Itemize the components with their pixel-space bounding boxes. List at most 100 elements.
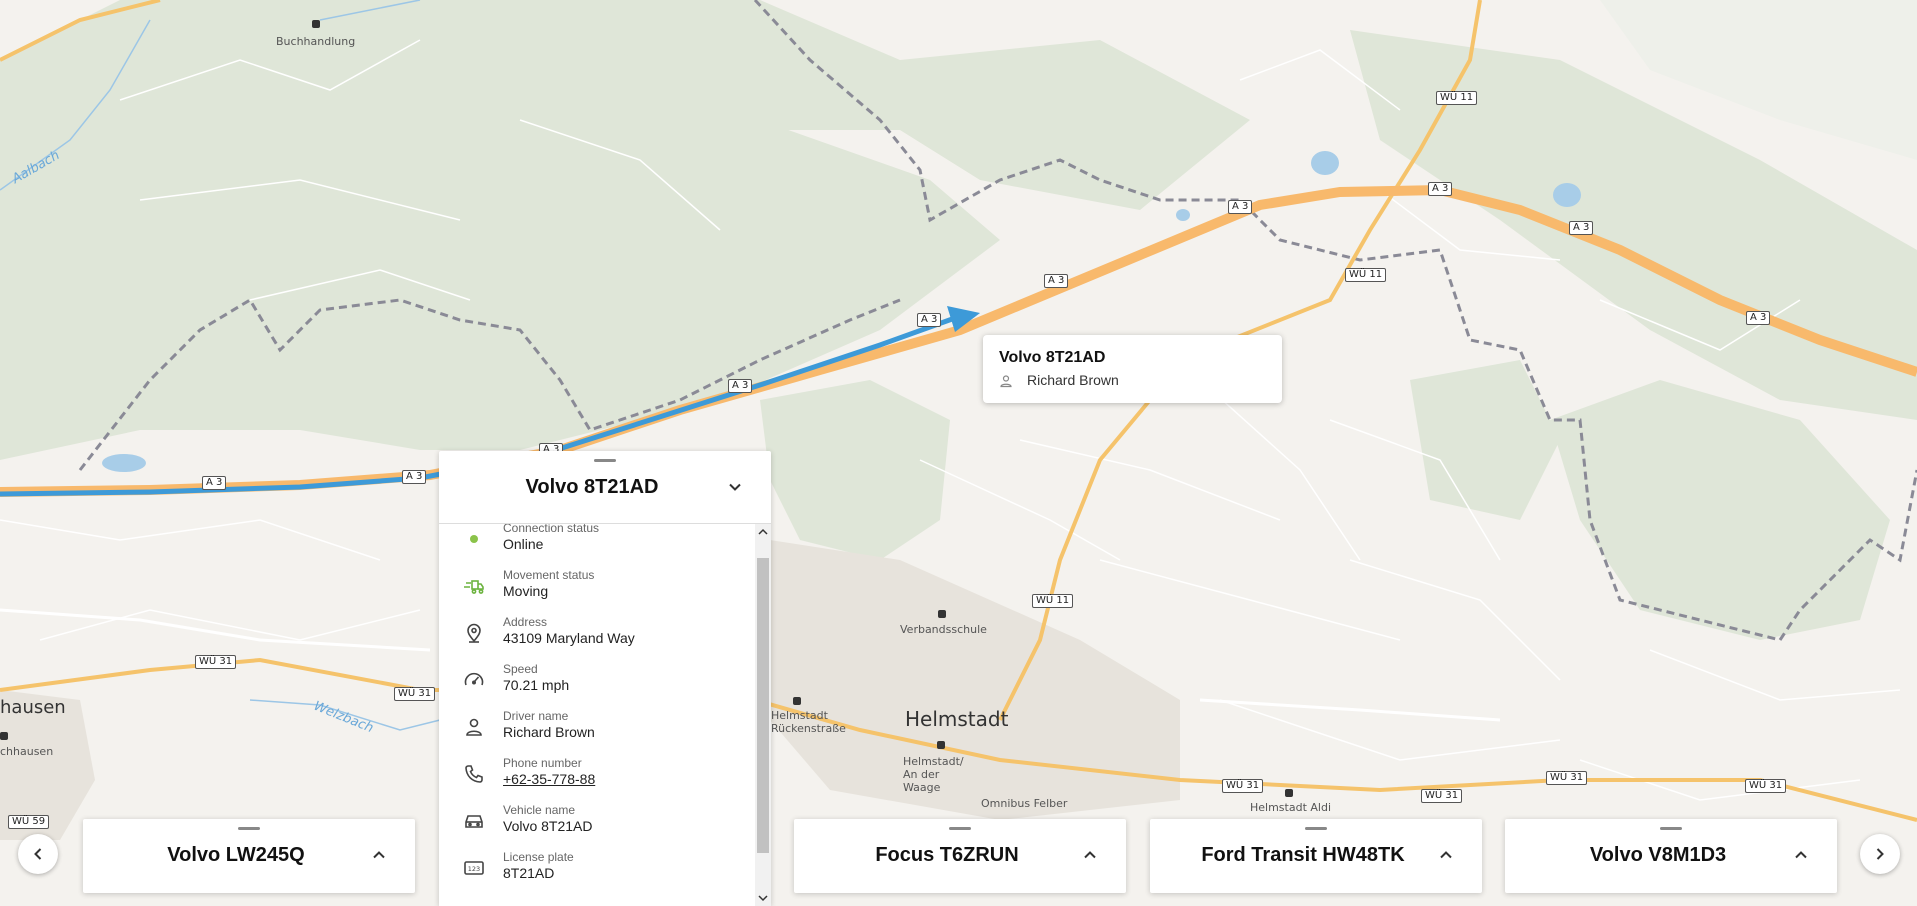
info-value: Online	[503, 536, 544, 552]
place-label: Helmstadt	[905, 707, 1009, 731]
chevron-up-icon[interactable]	[1082, 847, 1098, 863]
road-shield: A 3	[1044, 274, 1069, 288]
vehicle-tooltip[interactable]: Volvo 8T21AD Richard Brown	[983, 335, 1282, 403]
school-icon	[938, 610, 946, 618]
info-label: License plate	[503, 850, 574, 864]
road-shield: A 3	[202, 476, 227, 490]
bus-stop-icon	[1285, 789, 1293, 797]
road-shield: WÜ 11	[1032, 594, 1074, 608]
chevron-up-icon[interactable]	[371, 847, 387, 863]
tooltip-driver-name: Richard Brown	[1027, 372, 1119, 388]
scroll-up-icon[interactable]	[758, 527, 768, 537]
info-label: Driver name	[503, 709, 569, 723]
road-shield: A 3	[1228, 200, 1253, 214]
road-shield: WÜ 31	[394, 687, 436, 701]
scrollbar-thumb[interactable]	[757, 558, 769, 853]
chevron-down-icon[interactable]	[727, 479, 743, 495]
place-label: Helmstadt Rückenstraße	[771, 709, 846, 735]
info-value: 70.21 mph	[503, 677, 570, 693]
panel-scrollbar[interactable]	[755, 524, 771, 906]
svg-text:123: 123	[468, 865, 480, 873]
info-value: Richard Brown	[503, 724, 595, 740]
vehicle-detail-panel: Volvo 8T21AD Connection status Online Mo…	[439, 451, 771, 906]
phone-link[interactable]: +62-35-778-88	[503, 771, 595, 787]
info-row-phone: Phone number +62-35-778-88	[439, 751, 755, 798]
bus-stop-icon	[937, 741, 945, 749]
chevron-up-icon[interactable]	[1438, 847, 1454, 863]
road-shield: A 3	[402, 470, 427, 484]
vehicle-card-title: Focus T6ZRUN	[875, 844, 1019, 866]
road-shield: WÜ 11	[1436, 91, 1478, 105]
chevron-right-icon	[1876, 848, 1884, 860]
road-shield: WÜ 31	[1745, 779, 1787, 793]
person-icon	[1000, 375, 1012, 388]
info-label: Connection status	[503, 524, 600, 535]
vehicle-card[interactable]: Focus T6ZRUN	[794, 819, 1126, 893]
drag-handle[interactable]	[1660, 827, 1682, 830]
vehicle-card-title: Ford Transit HW48TK	[1201, 844, 1405, 866]
vehicle-info-list[interactable]: Connection status Online Movement status…	[439, 524, 755, 906]
vehicle-card[interactable]: Volvo V8M1D3	[1505, 819, 1837, 893]
info-value: 43109 Maryland Way	[503, 630, 635, 646]
road-shield: WÜ 31	[1546, 771, 1588, 785]
drag-handle[interactable]	[594, 459, 616, 462]
location-pin-icon	[467, 623, 481, 643]
road-shield: A 3	[728, 379, 753, 393]
drag-handle[interactable]	[1305, 827, 1327, 830]
bus-stop-icon	[0, 732, 8, 740]
info-row-movement: Movement status Moving	[439, 563, 755, 610]
place-label: chhausen	[0, 745, 54, 758]
tooltip-vehicle-name: Volvo 8T21AD	[999, 349, 1106, 366]
vehicle-card[interactable]: Volvo LW245Q	[83, 819, 415, 893]
info-label: Movement status	[503, 568, 595, 582]
person-icon	[466, 718, 482, 736]
scroll-down-icon[interactable]	[758, 893, 768, 903]
road-shield: WÜ 31	[1222, 779, 1264, 793]
road-shield: WÜ 31	[1421, 789, 1463, 803]
info-label: Address	[503, 615, 548, 629]
place-label: Omnibus Felber	[981, 797, 1068, 810]
road-shield: A 3	[917, 313, 942, 327]
vehicle-card-title: Volvo LW245Q	[167, 844, 305, 866]
status-dot-icon	[470, 535, 478, 543]
road-shield: WÜ 59	[8, 815, 50, 829]
road-shield: WÜ 31	[195, 655, 237, 669]
drag-handle[interactable]	[949, 827, 971, 830]
chevron-up-icon[interactable]	[1793, 847, 1809, 863]
car-icon	[465, 815, 483, 828]
place-label: hausen	[0, 697, 66, 718]
info-value: Moving	[503, 583, 549, 599]
info-row-vehicle-name: Vehicle name Volvo 8T21AD	[439, 798, 755, 845]
vehicle-card[interactable]: Ford Transit HW48TK	[1150, 819, 1482, 893]
bus-stop-icon	[793, 697, 801, 705]
previous-button[interactable]	[18, 834, 58, 874]
next-button[interactable]	[1860, 834, 1900, 874]
moving-truck-icon	[464, 580, 484, 594]
place-label: Helmstadt Aldi	[1250, 801, 1332, 814]
info-row-driver: Driver name Richard Brown	[439, 704, 755, 751]
road-shield: A 3	[1428, 182, 1453, 196]
info-value: Volvo 8T21AD	[503, 818, 593, 834]
info-value: 8T21AD	[503, 865, 555, 881]
place-label: Buchhandlung	[276, 35, 356, 48]
info-row-speed: Speed 70.21 mph	[439, 657, 755, 704]
speedometer-icon	[464, 672, 484, 686]
info-row-license-plate: 123 License plate 8T21AD	[439, 845, 755, 892]
phone-icon	[465, 765, 483, 783]
info-label: Vehicle name	[503, 803, 576, 817]
road-shield: A 3	[1569, 221, 1594, 235]
place-label: Verbandsschule	[900, 623, 987, 636]
road-shield: A 3	[1746, 311, 1771, 325]
vehicle-card-title: Volvo V8M1D3	[1589, 844, 1727, 866]
info-label: Speed	[503, 662, 538, 676]
panel-title: Volvo 8T21AD	[525, 476, 659, 498]
drag-handle[interactable]	[238, 827, 260, 830]
info-row-connection: Connection status Online	[439, 524, 755, 563]
info-row-address: Address 43109 Maryland Way	[439, 610, 755, 657]
info-label: Phone number	[503, 756, 582, 770]
place-label: Helmstadt/ An der Waage	[903, 755, 964, 794]
chevron-left-icon	[34, 848, 42, 860]
bus-stop-icon	[312, 20, 320, 28]
road-shield: WÜ 11	[1345, 268, 1387, 282]
license-plate-icon: 123	[464, 861, 484, 875]
